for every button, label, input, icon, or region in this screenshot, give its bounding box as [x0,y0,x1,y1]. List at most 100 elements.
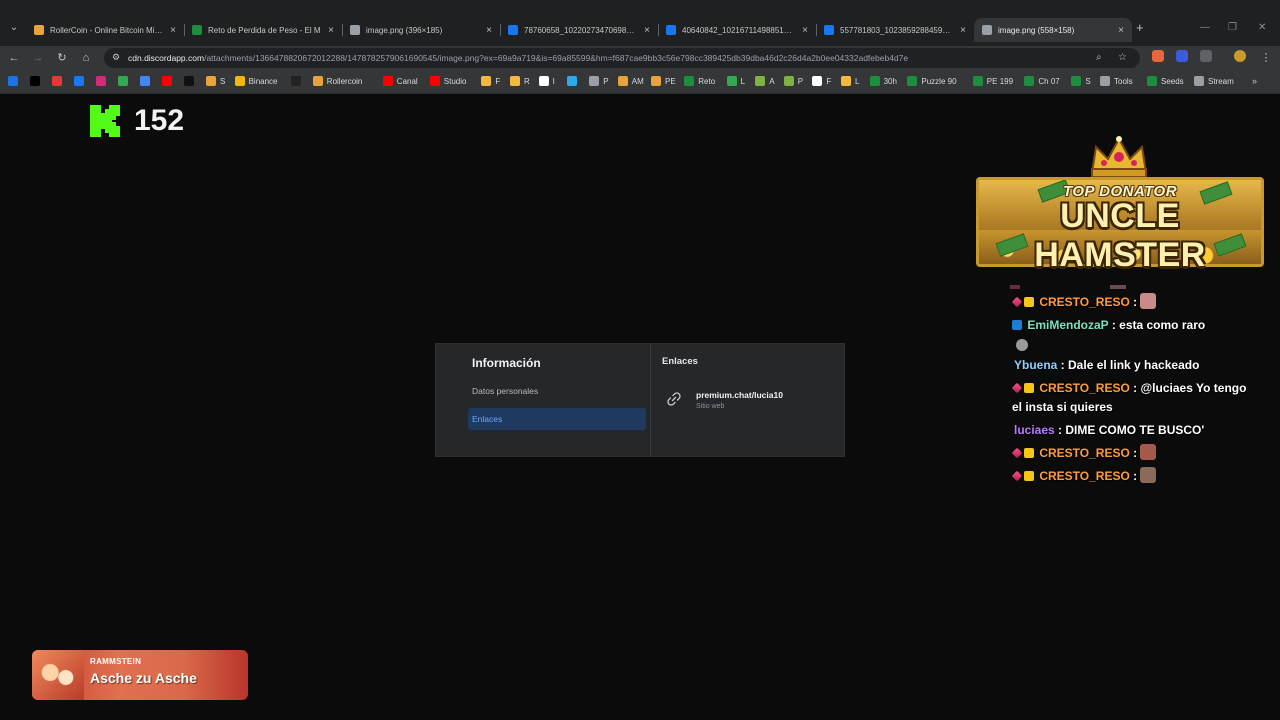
bookmark-item[interactable]: Reto [684,76,715,86]
home-icon[interactable]: ⌂ [78,50,94,66]
new-tab-button[interactable]: + [1136,20,1144,35]
profile-avatar[interactable] [1234,50,1246,62]
bookmark-item[interactable]: S [206,76,225,86]
forward-icon[interactable]: → [30,50,46,66]
bookmark-item[interactable]: AM [617,76,644,86]
bookmark-label: L [740,76,746,86]
bookmark-item[interactable]: Binance [234,76,278,86]
bookmark-item[interactable]: F [812,76,831,86]
chat-text: DIME COMO TE BUSCO' [1065,423,1205,437]
bookmark-item[interactable]: PE 199 [972,76,1013,86]
tab-close-icon[interactable]: × [802,25,808,36]
tab-title: image.png (558×158) [998,25,1075,35]
bookmark-item[interactable] [96,76,110,86]
bookmark-item[interactable] [140,76,154,86]
bookmark-item[interactable]: L [726,76,746,86]
bookmark-item[interactable] [567,76,581,86]
nav-enlaces[interactable]: Enlaces [468,408,646,430]
bookmark-item[interactable] [118,76,132,86]
bookmark-label: Binance [248,76,278,86]
toolbar: ← → ↻ ⌂ ⚙ cdn.discordapp.com/attachments… [0,46,1280,70]
tab-close-icon[interactable]: × [644,25,650,36]
bookmark-label: AM [631,76,644,86]
bookmark-item[interactable]: Canal [382,76,418,86]
bookmark-item[interactable]: L [841,76,859,86]
bookmark-label: Rollercoin [326,76,363,86]
bookmark-item[interactable] [184,76,198,86]
menu-dots-icon[interactable]: ⋮ [1258,50,1274,66]
bookmark-item[interactable] [74,76,88,86]
chat-message: CRESTO_RESO : [1011,444,1252,463]
tab-close-icon[interactable]: × [960,25,966,36]
bookmark-item[interactable] [52,76,66,86]
tab-title: 557781803_10238592884591998 [840,25,955,35]
tab-close-icon[interactable]: × [170,25,176,36]
bookmark-item[interactable]: P [589,76,609,86]
bookmark-favicon-icon [481,76,492,86]
browser-tab[interactable]: image.png (558×158) × [974,18,1132,42]
bookmark-item[interactable]: Studio [429,76,467,86]
extension-shield-icon[interactable] [1176,50,1188,62]
close-window-icon[interactable]: ✕ [1258,22,1266,33]
browser-tab[interactable]: image.png (396×185) × [342,18,500,42]
reload-icon[interactable]: ↻ [54,50,70,66]
address-bar[interactable]: ⚙ cdn.discordapp.com/attachments/1366478… [104,48,1140,68]
bookmark-favicon-icon [312,76,323,86]
tab-close-icon[interactable]: × [486,25,492,36]
browser-tab[interactable]: 557781803_10238592884591998 × [816,18,974,42]
bookmark-favicon-icon [140,76,150,86]
viewer-count: 152 [134,104,185,137]
browser-tab[interactable]: Reto de Perdida de Peso - El M × [184,18,342,42]
bookmark-item[interactable]: S [1071,76,1091,86]
bookmark-item[interactable] [162,76,176,86]
bookmark-item[interactable]: Stream [1194,76,1234,86]
tab-title: Reto de Perdida de Peso - El M [208,25,321,35]
banner-donator-name: UNCLE HAMSTER [1034,197,1206,274]
bookmark-item[interactable]: R [510,76,530,86]
back-icon[interactable]: ← [6,50,22,66]
bookmark-favicon-icon [52,76,62,86]
extension-fox-icon[interactable] [1152,50,1164,62]
bookmark-item[interactable]: F [481,76,500,86]
bookmark-label: Studio [443,76,467,86]
bookmark-item[interactable]: I [538,76,555,86]
bookmarks-overflow-button[interactable]: » [1252,76,1257,86]
browser-tab[interactable]: RollerCoin - Online Bitcoin Mining × [26,18,184,42]
bookmark-favicon-icon [589,76,600,86]
coin-badge-icon [1024,471,1034,481]
bookmark-item[interactable] [30,76,44,86]
extensions-puzzle-icon[interactable] [1200,50,1212,62]
bookmark-item[interactable]: PE [651,76,676,86]
bookmark-item[interactable]: Ch 07 [1024,76,1060,86]
bookmark-favicon-icon [162,76,172,86]
site-info-icon[interactable]: ⚙ [112,52,122,62]
top-donator-banner: TOP DONATOR UNCLE HAMSTER [976,133,1264,274]
bookmark-star-icon[interactable]: ☆ [1118,52,1127,63]
bookmark-favicon-icon [684,76,695,86]
tab-search-icon[interactable]: ⌄ [6,20,22,36]
browser-tab[interactable]: 78760658_10220273470698096 × [500,18,658,42]
bookmark-item[interactable] [290,76,305,86]
tab-close-icon[interactable]: × [1118,25,1124,36]
nav-datos-personales[interactable]: Datos personales [468,380,646,402]
bookmark-item[interactable]: A [755,76,775,86]
url-text[interactable]: cdn.discordapp.com/attachments/136647882… [128,53,908,63]
bookmark-item[interactable] [8,76,22,86]
bookmark-item[interactable]: Rollercoin [312,76,363,86]
bookmark-item[interactable]: P [783,76,803,86]
minimize-icon[interactable]: — [1200,22,1210,33]
browser-tab[interactable]: 40640842_10216711498851025 × [658,18,816,42]
bookmark-item[interactable]: Seeds [1147,76,1184,86]
maximize-icon[interactable]: ❐ [1228,22,1237,33]
chat-username: luciaes [1014,423,1055,437]
tab-favicon-icon [824,25,834,35]
bookmark-favicon-icon [651,76,661,86]
bookmark-item[interactable]: Puzzle 90 [907,76,957,86]
link-url[interactable]: premium.chat/lucia10 [696,390,783,400]
bookmark-item[interactable]: 30h [869,76,897,86]
zoom-icon[interactable]: ⌕ [1096,52,1102,63]
link-entry[interactable]: premium.chat/lucia10 Sitio web [666,390,783,410]
bookmark-item[interactable]: Tools [1100,76,1133,86]
tab-close-icon[interactable]: × [328,25,334,36]
tab-title: 78760658_10220273470698096 [524,25,639,35]
